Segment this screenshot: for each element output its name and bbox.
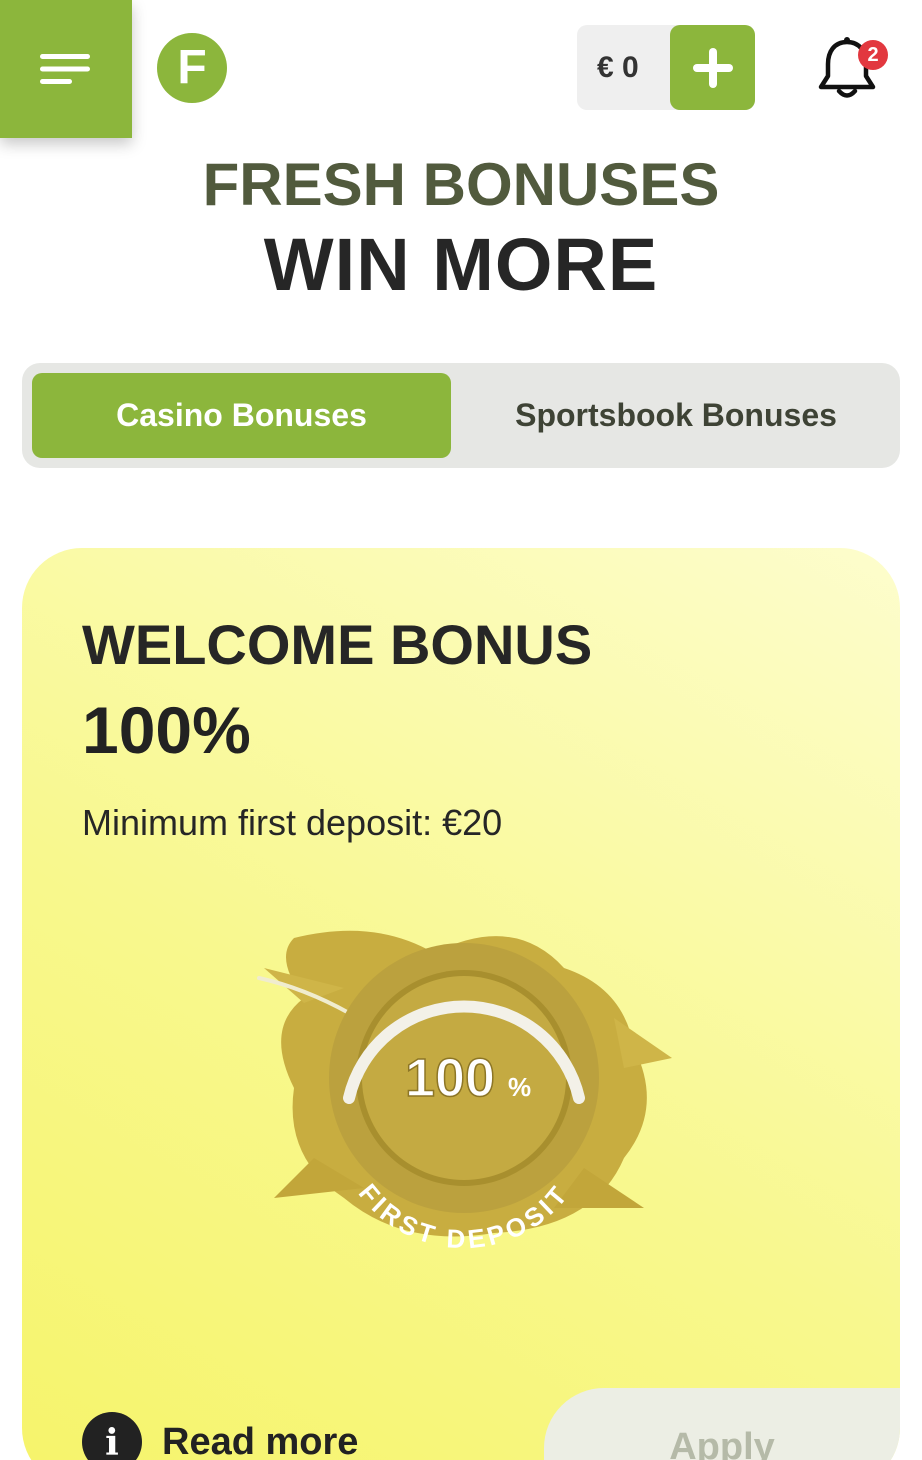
read-more-link[interactable]: i Read more — [82, 1412, 358, 1460]
logo-letter: F — [177, 41, 207, 94]
plus-icon — [692, 47, 733, 88]
tab-casino-bonuses[interactable]: Casino Bonuses — [32, 373, 451, 458]
apply-button[interactable]: Apply — [544, 1388, 900, 1460]
menu-button[interactable] — [0, 0, 132, 138]
balance-amount: € 0 — [597, 51, 639, 84]
tab-sportsbook-bonuses[interactable]: Sportsbook Bonuses — [461, 373, 891, 458]
welcome-bonus-card: WELCOME BONUS 100% Minimum first deposit… — [22, 548, 900, 1460]
hero-subtitle: FRESH BONUSES — [202, 151, 720, 218]
bonus-title: WELCOME BONUS — [82, 613, 593, 676]
bonus-description: Minimum first deposit: €20 — [82, 802, 503, 843]
first-deposit-badge: 100 % FIRST DEPOSIT — [257, 930, 672, 1254]
badge-value: 100 — [405, 1048, 495, 1108]
balance-widget: € 0 — [577, 25, 755, 110]
badge-unit: % — [508, 1072, 531, 1102]
hamburger-menu-icon — [40, 54, 90, 84]
notification-count-badge: 2 — [858, 40, 888, 70]
hero-title: WIN MORE — [263, 223, 659, 306]
read-more-label: Read more — [162, 1420, 359, 1460]
brand-logo[interactable]: F — [157, 33, 227, 103]
bonus-percent: 100% — [82, 693, 251, 767]
notifications-button[interactable]: 2 — [816, 36, 888, 106]
bonus-tabs: Casino Bonuses Sportsbook Bonuses — [22, 363, 900, 468]
deposit-button[interactable] — [670, 25, 755, 110]
info-icon: i — [82, 1412, 142, 1460]
